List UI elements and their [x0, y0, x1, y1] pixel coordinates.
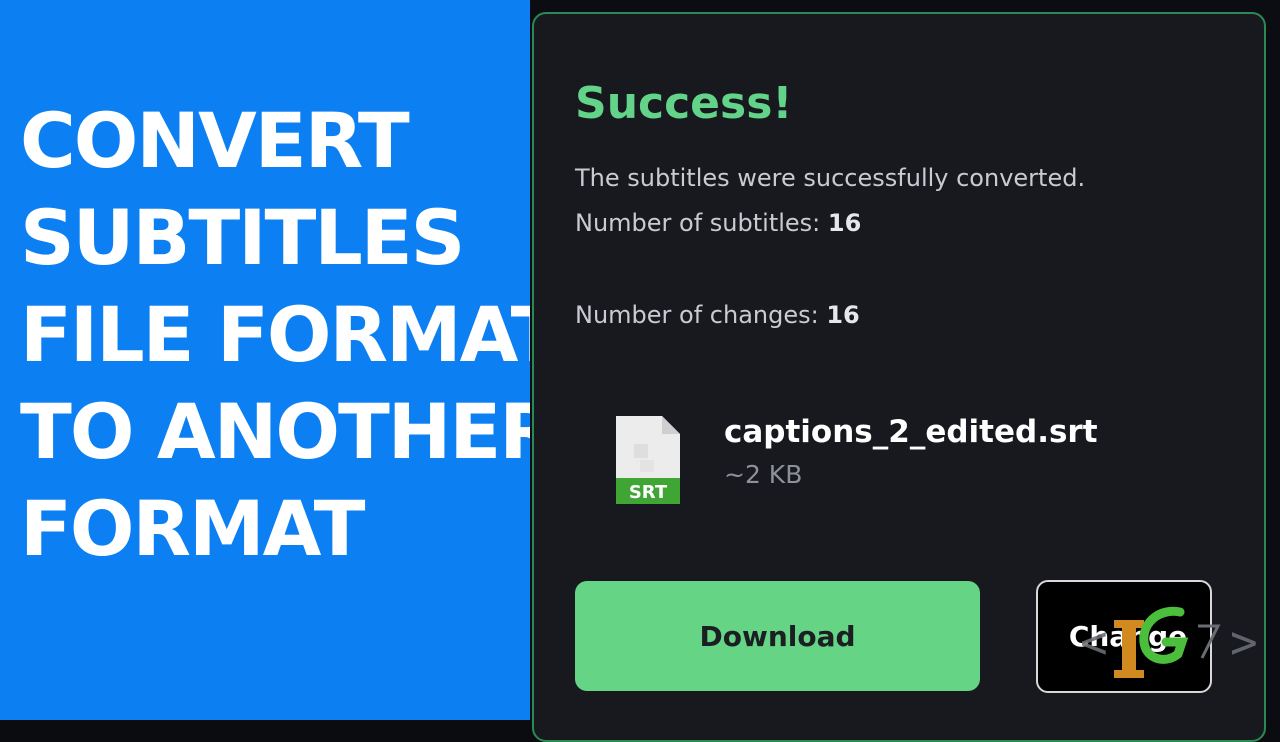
srt-file-icon: SRT	[616, 416, 680, 504]
svg-text:<: <	[1080, 615, 1108, 669]
headline-line: FILE FORMAT	[20, 290, 562, 379]
subtitles-count-value: 16	[827, 209, 862, 237]
watermark-logo: < >	[1080, 606, 1258, 678]
headline-line: CONVERT	[20, 96, 410, 185]
subtitles-count-row: Number of subtitles: 16	[575, 207, 861, 239]
download-button[interactable]: Download	[575, 581, 980, 691]
svg-text:>: >	[1230, 615, 1258, 669]
promo-headline: CONVERT SUBTITLES FILE FORMAT TO ANOTHER…	[20, 92, 562, 577]
changes-count-value: 16	[826, 301, 860, 329]
file-size: ~2 KB	[724, 460, 803, 489]
changes-count-label: Number of changes:	[575, 301, 819, 329]
headline-line: FORMAT	[20, 484, 365, 573]
headline-line: TO ANOTHER	[20, 387, 558, 476]
subtitles-count-label: Number of subtitles:	[575, 209, 821, 237]
changes-count-row: Number of changes: 16	[575, 299, 860, 331]
file-name: captions_2_edited.srt	[724, 414, 1098, 450]
success-title: Success!	[575, 78, 793, 129]
file-type-badge: SRT	[629, 482, 668, 503]
success-message: The subtitles were successfully converte…	[575, 164, 1086, 192]
headline-line: SUBTITLES	[20, 193, 465, 282]
